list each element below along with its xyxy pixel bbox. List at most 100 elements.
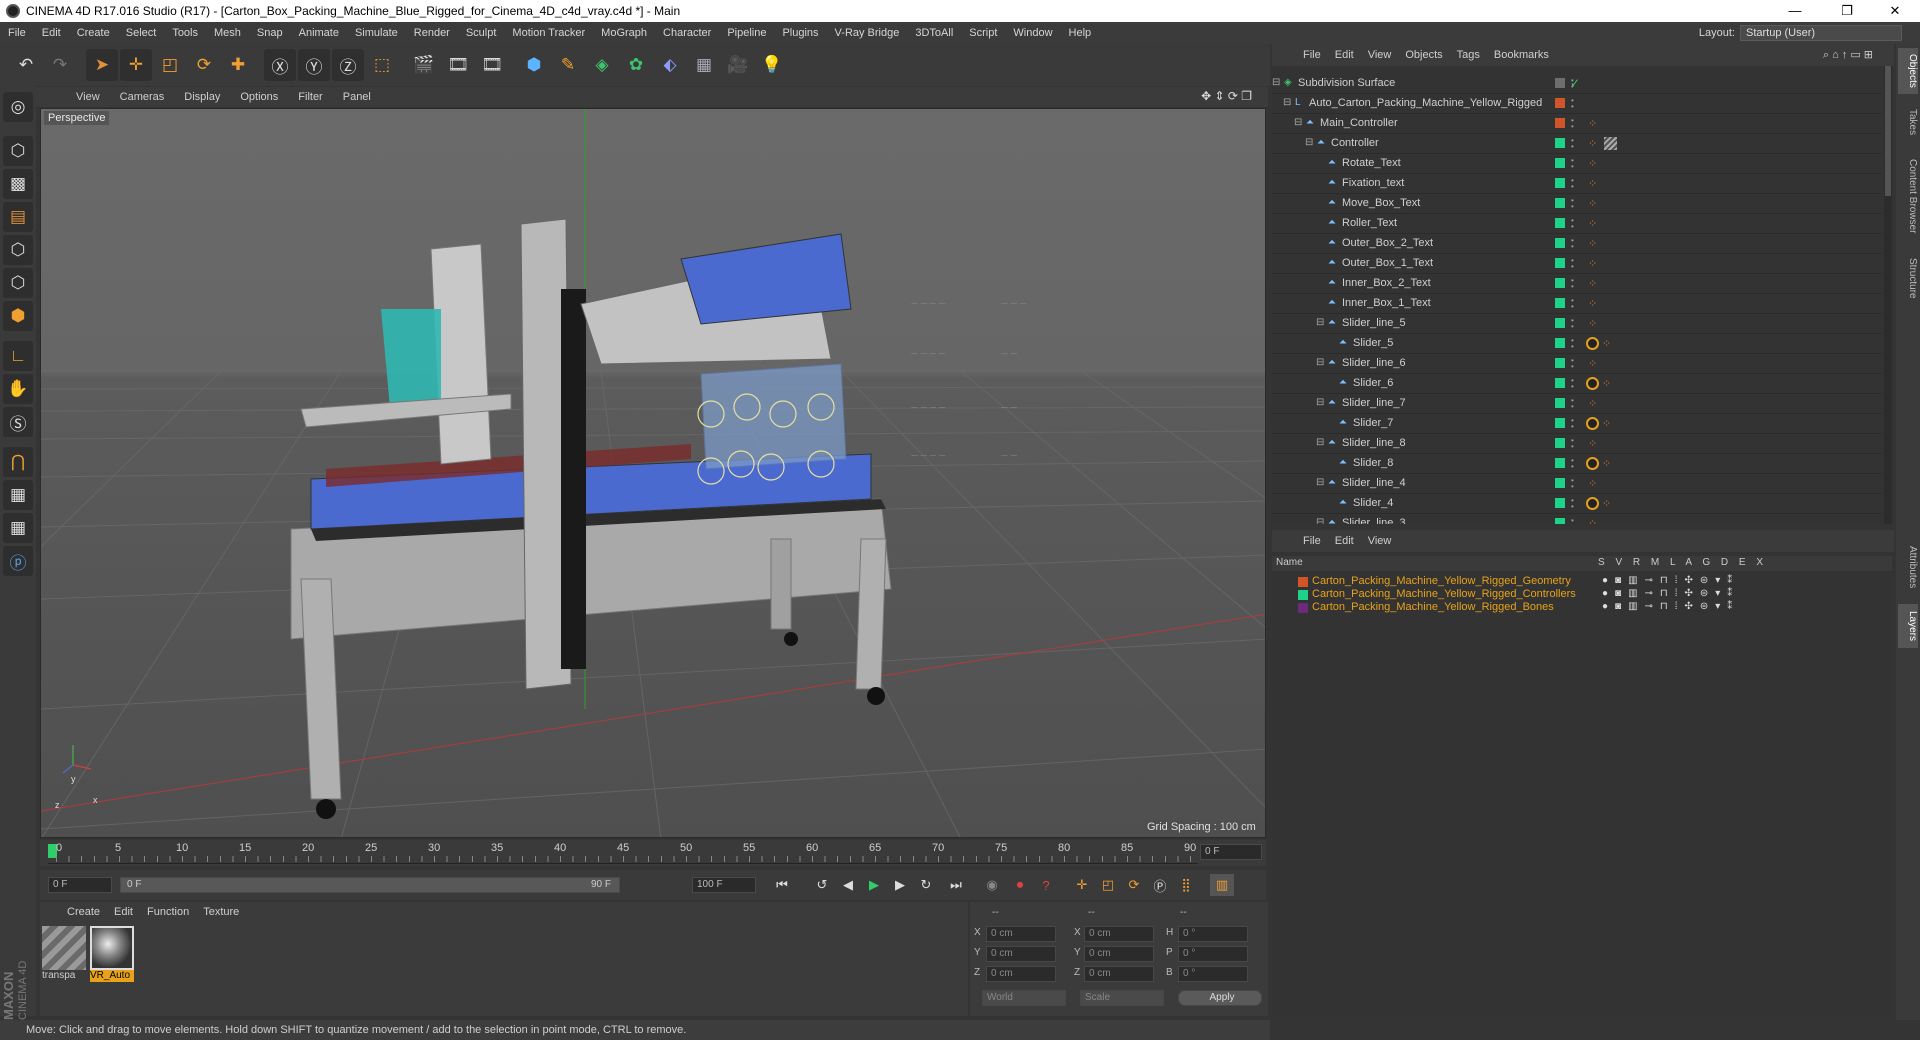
tweak-mode-icon[interactable]: ✋ [3,374,33,404]
tag-icon[interactable]: ⁘ [1602,417,1611,430]
key-rotation-icon[interactable]: ⟳ [1122,874,1146,896]
workplane-grid-icon[interactable]: ▦ [3,480,33,510]
tag-icon[interactable]: ⁘ [1602,497,1611,510]
next-keyframe-icon[interactable]: ↻ [914,874,938,896]
protection-tag-icon[interactable] [1586,457,1599,470]
floor-icon[interactable]: ▦ [688,49,720,81]
layer-color-swatch[interactable] [1298,590,1308,600]
expand-toggle-icon[interactable] [1327,458,1337,468]
render-settings-icon[interactable]: 🎞 [476,49,508,81]
object-menu-edit[interactable]: Edit [1328,49,1361,61]
layer-menu-view[interactable]: View [1361,535,1399,547]
layer-color-swatch[interactable] [1555,238,1565,248]
expand-toggle-icon[interactable]: ⊟ [1272,78,1282,88]
texture-mode-icon[interactable]: ▩ [3,169,33,199]
apply-button[interactable]: Apply [1178,990,1262,1006]
tag-icon[interactable]: ⁘ [1588,197,1597,210]
layer-color-swatch[interactable] [1555,398,1565,408]
scale-tool-icon[interactable]: ◰ [154,49,186,81]
layer-color-swatch[interactable] [1555,518,1565,524]
menu-mesh[interactable]: Mesh [206,27,249,39]
object-menu-file[interactable]: File [1296,49,1328,61]
expand-toggle-icon[interactable] [1316,218,1326,228]
key-pla-icon[interactable]: ⣿ [1174,874,1198,896]
tag-icon[interactable]: ⁘ [1588,117,1597,130]
visibility-dots[interactable]: •• [1571,97,1574,111]
expand-toggle-icon[interactable] [1316,198,1326,208]
expand-toggle-icon[interactable] [1316,278,1326,288]
layer-color-swatch[interactable] [1555,158,1565,168]
render-picture-viewer-icon[interactable]: 🎞 [442,49,474,81]
viewport-menu-view[interactable]: View [66,91,110,103]
object-row[interactable]: ⏶ Rotate_Text • • ⁘ [1272,154,1882,174]
menu-file[interactable]: File [0,27,34,39]
object-menu-view[interactable]: View [1361,49,1399,61]
layer-color-swatch[interactable] [1555,338,1565,348]
position-x-field[interactable]: 0 cm [986,926,1056,942]
visibility-dots[interactable]: •• [1571,237,1574,251]
viewport-menu-filter[interactable]: Filter [288,91,332,103]
timeline-track[interactable]: 0 5 10 15 20 25 30 35 40 45 50 55 60 65 … [48,840,1198,864]
tab-content-browser[interactable]: Content Browser [1898,148,1918,244]
expand-toggle-icon[interactable]: ⊟ [1316,438,1326,448]
record-keys-icon[interactable]: ◉ [980,874,1004,896]
visibility-dots[interactable]: •• [1571,457,1574,471]
expand-toggle-icon[interactable]: ⊟ [1283,98,1293,108]
model-mode-icon[interactable]: ⬡ [3,136,33,166]
object-row[interactable]: ⊟ ⏶ Slider_line_7 • • ⁘ [1272,394,1882,414]
object-row[interactable]: ⏶ Roller_Text • • ⁘ [1272,214,1882,234]
object-row[interactable]: ⊟⏶ Slider_line_3 •• ⁘ [1272,514,1882,524]
visibility-dots[interactable]: •• [1571,337,1574,351]
menu-plugins[interactable]: Plugins [774,27,826,39]
layer-color-swatch[interactable] [1555,378,1565,388]
menu-3dtoall[interactable]: 3DToAll [907,27,961,39]
cloner-icon[interactable]: ✿ [620,49,652,81]
expand-toggle-icon[interactable] [1327,338,1337,348]
object-row[interactable]: ⊟ L Auto_Carton_Packing_Machine_Yellow_Rig… [1272,94,1882,114]
visibility-dots[interactable]: •• [1571,317,1574,331]
expand-toggle-icon[interactable] [1316,258,1326,268]
tab-structure[interactable]: Structure [1898,250,1918,306]
layer-flag-icons[interactable]: ●◙▥⊸⊓⁞✣⊜▾⁑ [1602,601,1739,612]
tab-takes[interactable]: Takes [1898,102,1918,142]
size-z-field[interactable]: 0 cm [1084,966,1154,982]
menu-help[interactable]: Help [1061,27,1100,39]
range-slider[interactable]: 0 F 90 F [120,877,620,893]
locked-workplane-icon[interactable]: ▦ [3,513,33,543]
menu-animate[interactable]: Animate [291,27,347,39]
object-row[interactable]: ⊟ ⏶ Slider_line_6 • • ⁘ [1272,354,1882,374]
layer-menu-file[interactable]: File [1296,535,1328,547]
expand-toggle-icon[interactable]: ⊟ [1316,398,1326,408]
expand-toggle-icon[interactable]: ⊟ [1316,478,1326,488]
world-dropdown[interactable]: World [982,990,1066,1006]
layer-color-swatch[interactable] [1555,418,1565,428]
object-row[interactable]: ⊟ ⏶ Controller • • ⁘ [1272,134,1882,154]
current-frame-field[interactable]: 0 F [1200,844,1262,860]
object-row[interactable]: ⊟ ⏶ Slider_line_5 • • ⁘ [1272,314,1882,334]
object-row[interactable]: ⏶ Move_Box_Text • • ⁘ [1272,194,1882,214]
spline-pen-icon[interactable]: ✎ [552,49,584,81]
expand-toggle-icon[interactable]: ⊟ [1316,518,1326,525]
layer-color-swatch[interactable] [1555,118,1565,128]
layout-dropdown[interactable]: Startup (User) [1740,25,1902,41]
object-manager-search-icon[interactable]: ⌕ ⌂ ↑ ▭ ⊞ [1816,48,1880,62]
object-scrollbar[interactable] [1884,66,1892,524]
visibility-dots[interactable]: •• [1571,377,1574,391]
layer-color-swatch[interactable] [1555,458,1565,468]
visibility-dots[interactable]: •• [1571,257,1574,271]
expand-toggle-icon[interactable] [1316,238,1326,248]
menu-select[interactable]: Select [118,27,165,39]
visibility-dots[interactable]: •• [1571,397,1574,411]
expand-toggle-icon[interactable] [1316,298,1326,308]
menu-vray-bridge[interactable]: V-Ray Bridge [827,27,908,39]
tag-icon[interactable]: ⁘ [1588,357,1597,370]
layer-flag-icons[interactable]: ●◙▥⊸⊓⁞✣⊜▾⁑ [1602,588,1739,599]
protection-tag-icon[interactable] [1586,377,1599,390]
expand-toggle-icon[interactable] [1327,498,1337,508]
maximize-button[interactable]: ❐ [1824,0,1870,22]
coordinate-system-icon[interactable]: ⬚ [366,49,398,81]
layer-color-swatch[interactable] [1555,78,1565,88]
make-editable-icon[interactable]: ◎ [3,92,33,122]
protection-tag-icon[interactable] [1586,337,1599,350]
visibility-dots[interactable]: •• [1571,217,1574,231]
